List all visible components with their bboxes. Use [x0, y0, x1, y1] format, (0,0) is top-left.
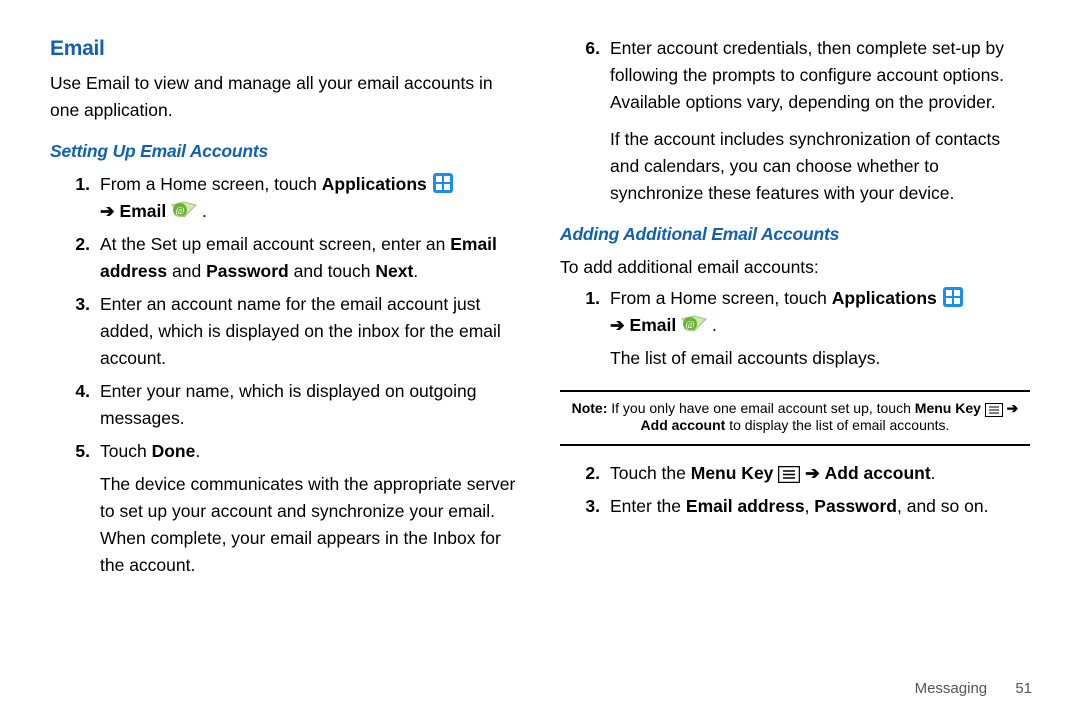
menu-key-icon — [985, 403, 1003, 417]
subsection-setup: Setting Up Email Accounts — [50, 138, 520, 165]
left-column: Email Use Email to view and manage all y… — [30, 35, 540, 720]
setup-steps: 1. From a Home screen, touch Application… — [50, 171, 520, 579]
footer-section-name: Messaging — [915, 680, 988, 697]
page-footer: Messaging 51 — [915, 675, 1032, 702]
additional-step-1: 1. From a Home screen, touch Application… — [560, 285, 1030, 372]
setup-step-6: 6. Enter account credentials, then compl… — [560, 35, 1030, 207]
email-icon: @ — [171, 201, 197, 221]
additional-step-2: 2. Touch the Menu Key ➔ Add account. — [560, 460, 1030, 487]
setup-step-2: 2. At the Set up email account screen, e… — [50, 231, 520, 285]
setup-step-5: 5. Touch Done. The device communicates w… — [50, 438, 520, 579]
additional-steps: 1. From a Home screen, touch Application… — [560, 285, 1030, 372]
setup-step-1: 1. From a Home screen, touch Application… — [50, 171, 520, 225]
setup-step-4: 4. Enter your name, which is displayed o… — [50, 378, 520, 432]
svg-text:@: @ — [685, 320, 694, 331]
email-icon: @ — [681, 315, 707, 335]
footer-page-number: 51 — [1015, 680, 1032, 697]
setup-steps-continued: 6. Enter account credentials, then compl… — [560, 35, 1030, 207]
additional-step-1-body: The list of email accounts displays. — [610, 345, 1030, 372]
additional-intro: To add additional email accounts: — [560, 254, 1030, 281]
additional-step-3: 3. Enter the Email address, Password, an… — [560, 493, 1030, 520]
note-box: Note: If you only have one email account… — [560, 390, 1030, 446]
menu-key-icon — [778, 466, 800, 483]
email-intro-text: Use Email to view and manage all your em… — [50, 70, 520, 124]
right-column: 6. Enter account credentials, then compl… — [540, 35, 1050, 720]
setup-step-6-body: If the account includes synchronization … — [610, 126, 1030, 207]
section-title-email: Email — [50, 35, 520, 62]
subsection-additional: Adding Additional Email Accounts — [560, 221, 1030, 248]
additional-steps-2: 2. Touch the Menu Key ➔ Add account. 3. … — [560, 460, 1030, 520]
setup-step-5-body: The device communicates with the appropr… — [100, 471, 520, 579]
applications-icon — [432, 172, 454, 194]
applications-icon — [942, 286, 964, 308]
svg-text:@: @ — [175, 206, 184, 217]
setup-step-3: 3. Enter an account name for the email a… — [50, 291, 520, 372]
